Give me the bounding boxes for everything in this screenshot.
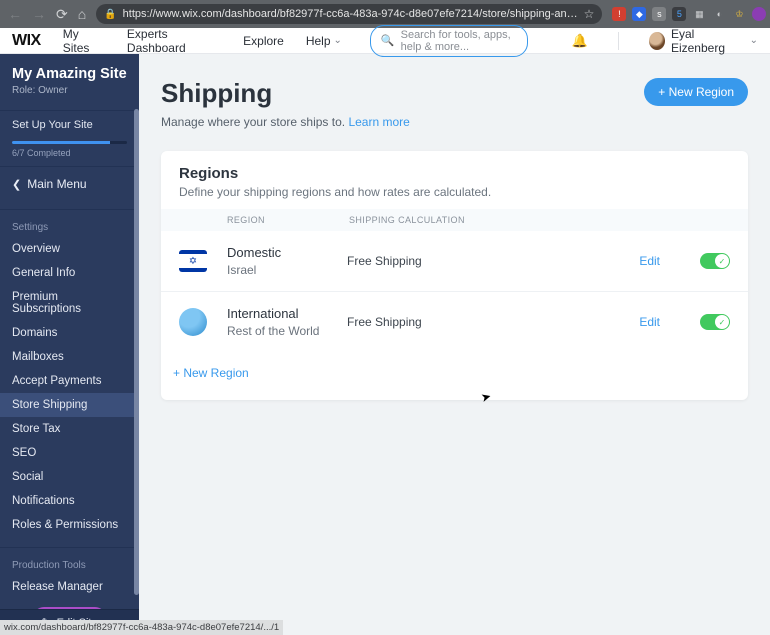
edit-region-link[interactable]: Edit (639, 315, 660, 329)
search-icon: 🔍 (381, 34, 395, 47)
site-title: My Amazing Site (12, 66, 127, 82)
sidebar-item-roles[interactable]: Roles & Permissions (0, 513, 139, 537)
ext-icon[interactable]: ♔ (732, 7, 746, 21)
nav-experts[interactable]: Experts Dashboard (127, 27, 221, 55)
israel-flag-icon: ✡ (179, 250, 207, 272)
chevron-down-icon: ⌄ (334, 35, 342, 46)
main-content: Shipping Manage where your store ships t… (139, 54, 770, 635)
region-row-domestic[interactable]: ✡ Domestic Israel Free Shipping Edit (161, 231, 748, 291)
nav-help[interactable]: Help ⌄ (306, 34, 342, 48)
sidebar-item-social[interactable]: Social (0, 465, 139, 489)
chevron-left-icon: ❮ (12, 178, 21, 191)
setup-site-link[interactable]: Set Up Your Site (0, 111, 139, 135)
regions-table-head: REGION SHIPPING CALCULATION (161, 209, 748, 231)
browser-home-icon[interactable]: ⌂ (78, 6, 86, 22)
nav-my-sites[interactable]: My Sites (63, 27, 105, 55)
regions-title: Regions (179, 165, 730, 182)
nav-explore[interactable]: Explore (243, 34, 284, 48)
region-calc: Free Shipping (347, 254, 639, 268)
url-bar[interactable]: 🔒 https://www.wix.com/dashboard/bf82977f… (96, 4, 602, 24)
region-calc: Free Shipping (347, 315, 639, 329)
browser-back-icon[interactable]: ← (8, 6, 22, 22)
edit-region-link[interactable]: Edit (639, 254, 660, 268)
browser-reload-icon[interactable]: ⟳ (56, 6, 68, 23)
region-name: International (227, 306, 347, 321)
regions-card: Regions Define your shipping regions and… (161, 151, 748, 400)
notifications-bell-icon[interactable]: 🔔 (572, 33, 588, 49)
col-region: REGION (179, 215, 349, 225)
lock-icon: 🔒 (104, 9, 116, 20)
sidebar-item-payments[interactable]: Accept Payments (0, 369, 139, 393)
account-menu[interactable]: Eyal Eizenberg ⌄ (649, 27, 758, 55)
sidebar-item-mailboxes[interactable]: Mailboxes (0, 345, 139, 369)
col-shipping-calc: SHIPPING CALCULATION (349, 215, 730, 225)
site-role: Role: Owner (12, 85, 127, 96)
globe-icon (179, 308, 207, 336)
ext-icon[interactable]: ! (612, 7, 626, 21)
ext-icon[interactable]: ◆ (632, 7, 646, 21)
page-subtitle: Manage where your store ships to. Learn … (161, 115, 410, 129)
main-menu-back[interactable]: ❮ Main Menu (0, 167, 139, 201)
region-location: Rest of the World (227, 324, 347, 338)
browser-toolbar: ← → ⟳ ⌂ 🔒 https://www.wix.com/dashboard/… (0, 0, 770, 28)
page-title: Shipping (161, 78, 410, 109)
search-placeholder: Search for tools, apps, help & more... (401, 29, 517, 53)
region-toggle[interactable] (700, 314, 730, 330)
ext-icon[interactable]: s (652, 7, 666, 21)
bookmark-star-icon[interactable]: ☆ (584, 7, 595, 21)
global-search[interactable]: 🔍 Search for tools, apps, help & more... (370, 25, 528, 57)
learn-more-link[interactable]: Learn more (348, 115, 409, 129)
sidebar-item-premium[interactable]: Premium Subscriptions (0, 285, 139, 321)
browser-forward-icon[interactable]: → (32, 6, 46, 22)
top-nav: WIX My Sites Experts Dashboard Explore H… (0, 28, 770, 54)
account-name: Eyal Eizenberg (671, 27, 744, 55)
sidebar-item-overview[interactable]: Overview (0, 237, 139, 261)
divider (618, 32, 619, 50)
sidebar-item-domains[interactable]: Domains (0, 321, 139, 345)
sidebar-item-notifications[interactable]: Notifications (0, 489, 139, 513)
sidebar-item-shipping[interactable]: Store Shipping (0, 393, 139, 417)
setup-completed: 6/7 Completed (0, 144, 139, 158)
regions-subtitle: Define your shipping regions and how rat… (179, 185, 730, 199)
sidebar-item-release-manager[interactable]: Release Manager (0, 575, 139, 599)
section-settings: Settings (0, 210, 139, 237)
setup-progress (12, 141, 127, 144)
ext-icon[interactable]: ▦ (692, 7, 706, 21)
browser-status-bar: wix.com/dashboard/bf82977f-cc6a-483a-974… (0, 620, 283, 635)
ext-icon[interactable]: ◐ (712, 7, 726, 21)
section-production: Production Tools (0, 548, 139, 575)
sidebar-item-seo[interactable]: SEO (0, 441, 139, 465)
avatar (649, 32, 665, 50)
ext-icon[interactable] (752, 7, 766, 21)
add-region-link[interactable]: + New Region (161, 352, 748, 394)
sidebar-item-tax[interactable]: Store Tax (0, 417, 139, 441)
sidebar-item-general[interactable]: General Info (0, 261, 139, 285)
ext-icon[interactable]: 5 (672, 7, 686, 21)
region-name: Domestic (227, 245, 347, 260)
region-row-international[interactable]: International Rest of the World Free Shi… (161, 291, 748, 352)
extensions-strip: ! ◆ s 5 ▦ ◐ ♔ ☺ ⋮ (612, 6, 770, 23)
region-toggle[interactable] (700, 253, 730, 269)
chevron-down-icon: ⌄ (750, 35, 758, 46)
sidebar: My Amazing Site Role: Owner Set Up Your … (0, 54, 139, 635)
region-location: Israel (227, 263, 347, 277)
new-region-button[interactable]: + New Region (644, 78, 748, 106)
url-text: https://www.wix.com/dashboard/bf82977f-c… (123, 8, 578, 20)
wix-logo[interactable]: WIX (12, 32, 41, 50)
